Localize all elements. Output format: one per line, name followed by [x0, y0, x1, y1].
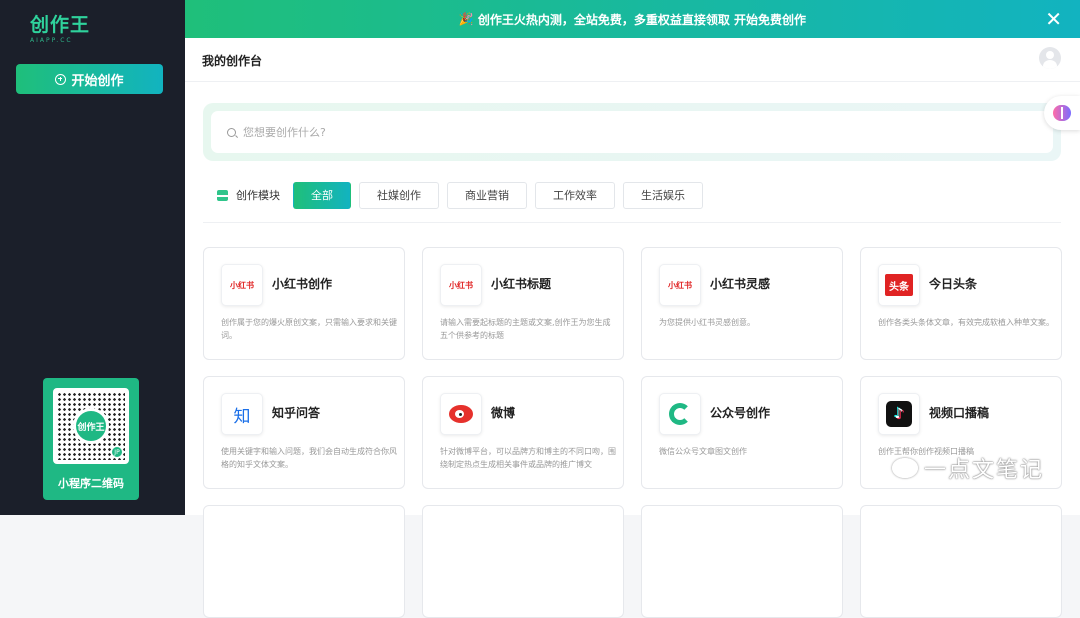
zhihu-icon-text: 知: [233, 406, 251, 427]
card-xiaohongshu-create[interactable]: 小红书 小红书创作 创作属于您的爆火原创文案，只需输入要求和关键词。: [203, 247, 405, 360]
card-title: 公众号创作: [710, 406, 771, 420]
start-create-button[interactable]: 开始创作: [16, 64, 163, 94]
douyin-logo: ♪: [886, 401, 912, 427]
xiaohongshu-icon-text: 小红书: [230, 280, 254, 290]
module-icon: [217, 189, 228, 201]
card-desc: 创作属于您的爆火原创文案，只需输入要求和关键词。: [221, 318, 397, 340]
card-desc: 针对微博平台，可以品牌方和博主的不同口吻，围绕制定热点生成相关事件或品牌的推广博…: [440, 447, 616, 469]
avatar[interactable]: [1039, 47, 1061, 69]
mini-program-qr-card: 创作王 JP 小程序二维码: [43, 378, 139, 500]
card-partial[interactable]: [860, 505, 1062, 618]
card-desc: 使用关键字和输入问题，我们会自动生成符合你风格的知乎文体文案。: [221, 447, 397, 469]
card-desc: 创作各类头条体文章，有效完成软植入种草文案。: [878, 318, 1054, 327]
card-desc: 微信公众号文章图文创作: [659, 447, 747, 456]
logo-text: 创作王: [30, 14, 91, 36]
card-desc: 为您提供小红书灵感创意。: [659, 318, 755, 327]
douyin-note: ♪: [894, 406, 904, 422]
search-input[interactable]: [243, 125, 943, 139]
tab-social-media[interactable]: 社媒创作: [359, 181, 439, 209]
logo[interactable]: 创作王 AIAPP.CC: [30, 14, 90, 44]
card-xiaohongshu-title[interactable]: 小红书 小红书标题 请输入需要起标题的主题或文案,创作王为您生成五个供参考的标题: [422, 247, 624, 360]
card-title: 小红书标题: [491, 277, 552, 291]
search-icon: [227, 127, 236, 137]
xiaohongshu-icon-text: 小红书: [449, 280, 473, 290]
xiaohongshu-icon-text: 小红书: [668, 280, 692, 290]
sidebar: 创作王 AIAPP.CC 开始创作 创作王 JP 小程序二维码: [0, 0, 185, 515]
tab-productivity[interactable]: 工作效率: [535, 181, 615, 209]
qr-code: 创作王 JP: [53, 388, 129, 464]
module-label: 创作模块: [236, 189, 280, 202]
weibo-icon: [440, 393, 482, 435]
ai-assistant-button[interactable]: [1044, 96, 1080, 130]
page-title: 我的创作台: [202, 54, 263, 68]
zhihu-icon: 知: [221, 393, 263, 435]
card-weibo[interactable]: 微博 针对微博平台，可以品牌方和博主的不同口吻，围绕制定热点生成相关事件或品牌的…: [422, 376, 624, 489]
wechat-official-icon: [659, 393, 701, 435]
xiaohongshu-icon: 小红书: [659, 264, 701, 306]
wechat-official-logo: [669, 403, 691, 425]
card-title: 小红书灵感: [710, 277, 771, 291]
toutiao-icon-text: 头条: [885, 274, 913, 296]
close-icon[interactable]: ✕: [1045, 7, 1062, 31]
card-title: 知乎问答: [272, 406, 321, 420]
card-title: 视频口播稿: [929, 406, 990, 420]
party-icon: 🎉: [458, 12, 474, 26]
watermark-text: 一点文笔记: [923, 458, 1044, 483]
card-wechat-official[interactable]: 公众号创作 微信公众号文章图文创作: [641, 376, 843, 489]
qr-logo: 创作王: [73, 408, 109, 444]
start-create-label: 开始创作: [71, 73, 124, 89]
card-partial[interactable]: [422, 505, 624, 618]
tab-all[interactable]: 全部: [293, 181, 351, 209]
card-partial[interactable]: [203, 505, 405, 618]
douyin-icon: ♪: [878, 393, 920, 435]
card-desc: 请输入需要起标题的主题或文案,创作王为您生成五个供参考的标题: [440, 318, 611, 340]
category-tabs: 创作模块 全部 社媒创作 商业营销 工作效率 生活娱乐: [217, 181, 711, 209]
card-title: 微博: [491, 406, 516, 420]
qr-badge: JP: [111, 446, 123, 458]
banner-text: 创作王火热内测，全站免费，多重权益直接领取 开始免费创作: [477, 12, 807, 27]
logo-subtext: AIAPP.CC: [30, 37, 73, 44]
promo-banner[interactable]: 🎉 创作王火热内测，全站免费，多重权益直接领取 开始免费创作 ✕: [185, 0, 1080, 38]
tab-marketing[interactable]: 商业营销: [447, 181, 527, 209]
xiaohongshu-icon: 小红书: [440, 264, 482, 306]
xiaohongshu-icon: 小红书: [221, 264, 263, 306]
divider: [203, 222, 1061, 223]
card-zhihu[interactable]: 知 知乎问答 使用关键字和输入问题，我们会自动生成符合你风格的知乎文体文案。: [203, 376, 405, 489]
tab-lifestyle[interactable]: 生活娱乐: [623, 181, 703, 209]
page-header: 我的创作台: [185, 38, 1080, 82]
plus-circle-icon: [55, 73, 67, 85]
watermark: 一点文笔记: [891, 452, 1044, 484]
qr-label: 小程序二维码: [58, 477, 124, 490]
search-box[interactable]: [211, 111, 1053, 153]
card-xiaohongshu-inspiration[interactable]: 小红书 小红书灵感 为您提供小红书灵感创意。: [641, 247, 843, 360]
toutiao-icon: 头条: [878, 264, 920, 306]
search-container: [203, 103, 1061, 161]
card-toutiao[interactable]: 头条 今日头条 创作各类头条体文章，有效完成软植入种草文案。: [860, 247, 1062, 360]
card-partial[interactable]: [641, 505, 843, 618]
card-title: 今日头条: [929, 277, 978, 291]
wechat-icon: [891, 458, 918, 478]
weibo-logo: [449, 405, 473, 423]
brain-icon: [1053, 105, 1071, 121]
main-content: 创作模块 全部 社媒创作 商业营销 工作效率 生活娱乐 小红书 小红书创作 创作…: [185, 82, 1080, 618]
card-title: 小红书创作: [272, 277, 333, 291]
